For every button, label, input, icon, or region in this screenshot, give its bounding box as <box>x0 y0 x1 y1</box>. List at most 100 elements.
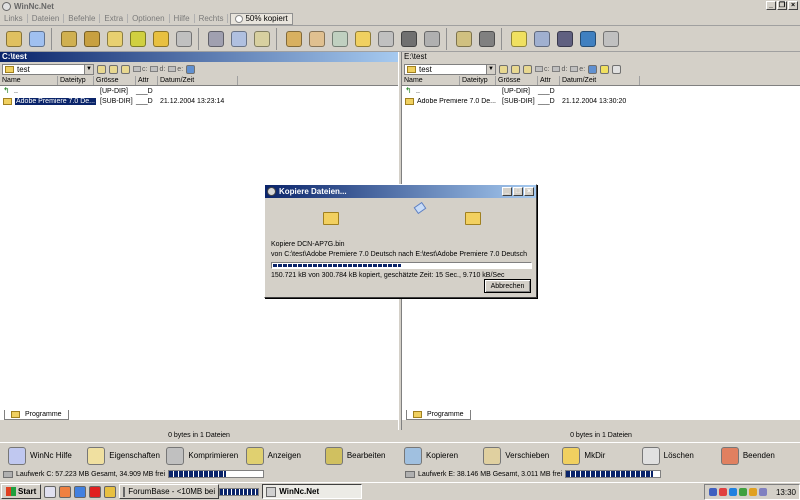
toolbar-button-drive[interactable] <box>375 28 397 50</box>
fkey-anzeigen[interactable]: Anzeigen <box>245 446 325 465</box>
edit-path-icon[interactable] <box>121 64 130 74</box>
toolbar-button-camera[interactable] <box>476 28 498 50</box>
eject-icon[interactable] <box>612 64 622 74</box>
edit-path-icon[interactable] <box>523 64 532 74</box>
tray-network-icon[interactable] <box>729 488 737 496</box>
dialog-maximize-button[interactable]: □ <box>513 187 523 196</box>
cancel-button[interactable]: Abbrechen <box>484 279 531 293</box>
toolbar-button-edit[interactable] <box>127 28 149 50</box>
tool-icon[interactable] <box>104 485 117 498</box>
toolbar-button-package[interactable] <box>283 28 305 50</box>
toolbar-button-archive[interactable] <box>58 28 80 50</box>
fkey-verschieben[interactable]: Verschieben <box>483 446 562 465</box>
start-button[interactable]: Start <box>1 484 42 499</box>
dialog-close-button[interactable]: × <box>524 187 534 196</box>
dialog-title-bar[interactable]: Kopiere Dateien... _ □ × <box>265 185 536 198</box>
fkey-mkdir[interactable]: MkDir <box>562 446 641 465</box>
drive-e[interactable]: e: <box>168 66 183 73</box>
list-item[interactable]: ↰.. [UP-DIR] ___D <box>0 86 398 96</box>
toolbar-button-sync[interactable] <box>306 28 328 50</box>
tray-app-icon[interactable] <box>749 488 757 496</box>
browser-icon[interactable] <box>74 485 87 498</box>
col-name[interactable]: Name <box>402 76 460 85</box>
toolbar-button-network[interactable] <box>531 28 553 50</box>
left-panel-tab[interactable]: Programme <box>4 410 69 420</box>
menu-links[interactable]: Links <box>0 14 28 23</box>
menu-rechts[interactable]: Rechts <box>195 14 229 23</box>
toolbar-button-tools[interactable] <box>173 28 195 50</box>
tray-app-icon[interactable] <box>739 488 747 496</box>
chevron-down-icon[interactable]: ▼ <box>84 64 93 74</box>
toolbar-button-media[interactable] <box>453 28 475 50</box>
root-folder-icon[interactable] <box>499 64 508 74</box>
root-folder-icon[interactable] <box>97 64 106 74</box>
list-item[interactable]: Adobe Premiere 7.0 De... [SUB-DIR] ___D … <box>402 96 800 106</box>
col-size[interactable]: Grösse <box>496 76 538 85</box>
drive-d[interactable]: d: <box>150 66 165 73</box>
new-folder-icon[interactable] <box>511 64 520 74</box>
toolbar-button-pack[interactable] <box>81 28 103 50</box>
tray-arrows-icon[interactable] <box>709 488 717 496</box>
new-folder-icon[interactable] <box>109 64 118 74</box>
fkey-kopieren[interactable]: Kopieren <box>404 446 483 465</box>
copy-status-indicator[interactable]: 50% kopiert <box>230 12 293 25</box>
toolbar-button-bulb[interactable] <box>508 28 530 50</box>
taskbar-item-forumbase[interactable]: ForumBase - <10MB bei ... <box>119 484 220 499</box>
fkey-winnc-hilfe[interactable]: WinNc Hilfe <box>8 446 87 465</box>
list-item[interactable]: Adobe Premiere 7.0 De... [SUB-DIR] ___D … <box>0 96 398 106</box>
fkey-eigenschaften[interactable]: Eigenschaften <box>87 446 166 465</box>
opera-icon[interactable] <box>89 485 102 498</box>
toolbar-button-clipboard[interactable] <box>26 28 48 50</box>
col-date[interactable]: Datum/Zeit <box>560 76 640 85</box>
restore-button[interactable]: ❐ <box>777 1 787 10</box>
toolbar-button-compare[interactable] <box>251 28 273 50</box>
network-drive-icon[interactable] <box>588 64 598 74</box>
taskbar-item-winnc[interactable]: WinNc.Net <box>262 484 363 499</box>
left-path-dropdown[interactable]: test ▼ <box>2 63 94 75</box>
drive-e[interactable]: e: <box>570 66 585 73</box>
fkey-l-schen[interactable]: Löschen <box>641 446 721 465</box>
show-desktop-icon[interactable] <box>44 485 57 498</box>
menu-optionen[interactable]: Optionen <box>128 14 170 23</box>
toolbar-button-globe[interactable] <box>577 28 599 50</box>
toolbar-button-tree[interactable] <box>329 28 351 50</box>
list-item[interactable]: ↰.. [UP-DIR] ___D <box>402 86 800 96</box>
fkey-beenden[interactable]: Beenden <box>720 446 800 465</box>
menu-extra[interactable]: Extra <box>100 14 129 23</box>
close-button[interactable]: × <box>788 1 798 10</box>
firefox-icon[interactable] <box>59 485 72 498</box>
dialog-minimize-button[interactable]: _ <box>502 187 512 196</box>
menu-dateien[interactable]: Dateien <box>28 14 65 23</box>
toolbar-button-multi-rename[interactable] <box>228 28 250 50</box>
drive-c[interactable]: c: <box>133 66 147 73</box>
col-date[interactable]: Datum/Zeit <box>158 76 238 85</box>
toolbar-button-copy[interactable] <box>3 28 25 50</box>
toolbar-button-sticky[interactable] <box>150 28 172 50</box>
menu-befehle[interactable]: Befehle <box>64 14 101 23</box>
col-name[interactable]: Name <box>0 76 58 85</box>
fkey-bearbeiten[interactable]: Bearbeiten <box>324 446 404 465</box>
toolbar-button-folder[interactable] <box>352 28 374 50</box>
minimize-button[interactable]: _ <box>766 1 776 10</box>
toolbar-button-printer[interactable] <box>205 28 227 50</box>
col-attr[interactable]: Attr <box>538 76 560 85</box>
tray-volume-icon[interactable] <box>759 488 767 496</box>
right-path-dropdown[interactable]: test ▼ <box>404 63 496 75</box>
col-attr[interactable]: Attr <box>136 76 158 85</box>
tray-antivirus-icon[interactable] <box>719 488 727 496</box>
toolbar-button-unpack[interactable] <box>104 28 126 50</box>
right-panel-tab[interactable]: Programme <box>406 410 471 420</box>
col-type[interactable]: Dateityp <box>460 76 496 85</box>
toolbar-button-ftp[interactable] <box>398 28 420 50</box>
menu-hilfe[interactable]: Hilfe <box>170 14 195 23</box>
toolbar-button-terminal[interactable] <box>600 28 622 50</box>
col-size[interactable]: Grösse <box>94 76 136 85</box>
clock[interactable]: 13:30 <box>776 488 796 497</box>
fkey-komprimieren[interactable]: Komprimieren <box>166 446 245 465</box>
drive-c[interactable]: c: <box>535 66 549 73</box>
sync-icon[interactable] <box>600 64 610 74</box>
chevron-down-icon[interactable]: ▼ <box>486 64 495 74</box>
toolbar-button-monitor[interactable] <box>554 28 576 50</box>
drive-d[interactable]: d: <box>552 66 567 73</box>
network-drive-icon[interactable] <box>186 64 196 74</box>
